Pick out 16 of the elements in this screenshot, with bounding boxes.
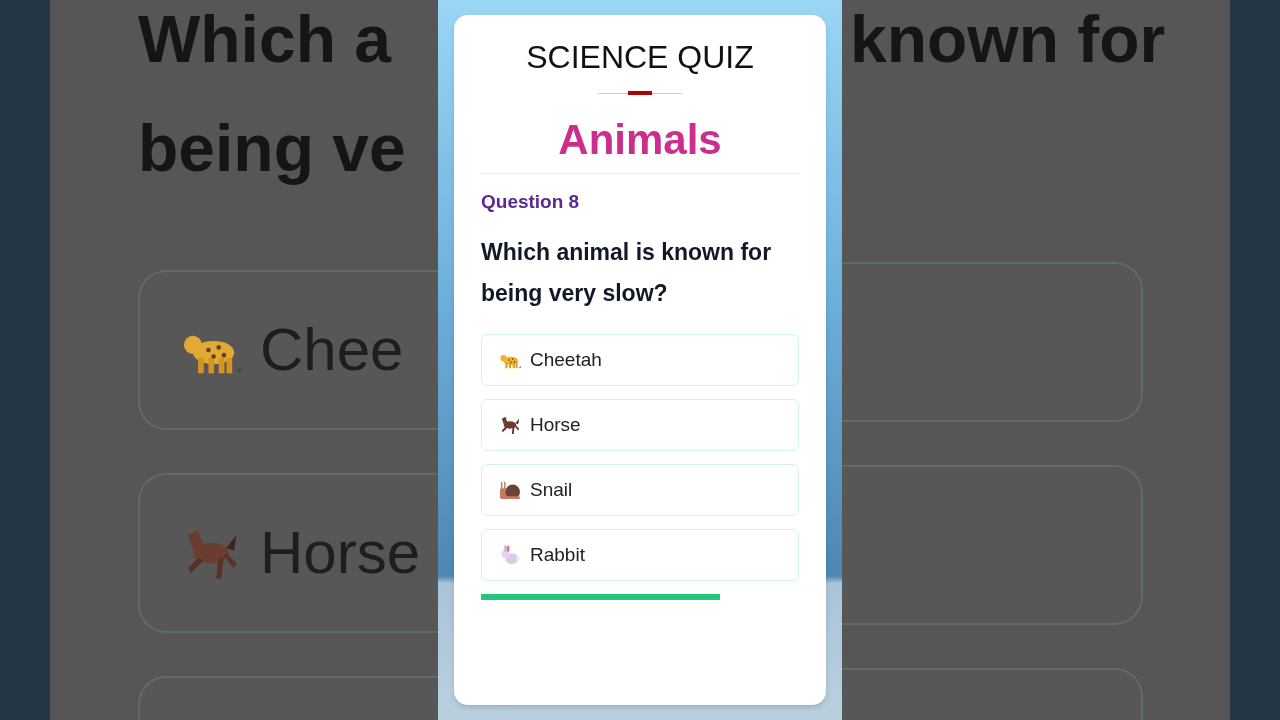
blurred-question-line: Which a [138,1,391,78]
answer-option[interactable]: Cheetah [481,334,799,386]
blurred-question-line: known for [850,1,1166,78]
rabbit-icon [499,545,521,565]
answer-option[interactable]: Snail [481,464,799,516]
question-number: Question 8 [481,190,581,214]
topic-heading: Animals [557,115,723,165]
blurred-option-label: Chee [260,315,404,386]
horse-icon [499,415,521,435]
blurred-option-label: Horse [260,518,421,589]
quiz-title: SCIENCE QUIZ [525,38,755,77]
blurred-question-line: being ve [138,110,406,188]
answer-option[interactable]: Rabbit [481,529,799,581]
snail-icon [499,480,521,500]
question-text: Which animal is known for being very slow? [481,238,773,308]
answer-option[interactable]: Horse [481,399,799,451]
